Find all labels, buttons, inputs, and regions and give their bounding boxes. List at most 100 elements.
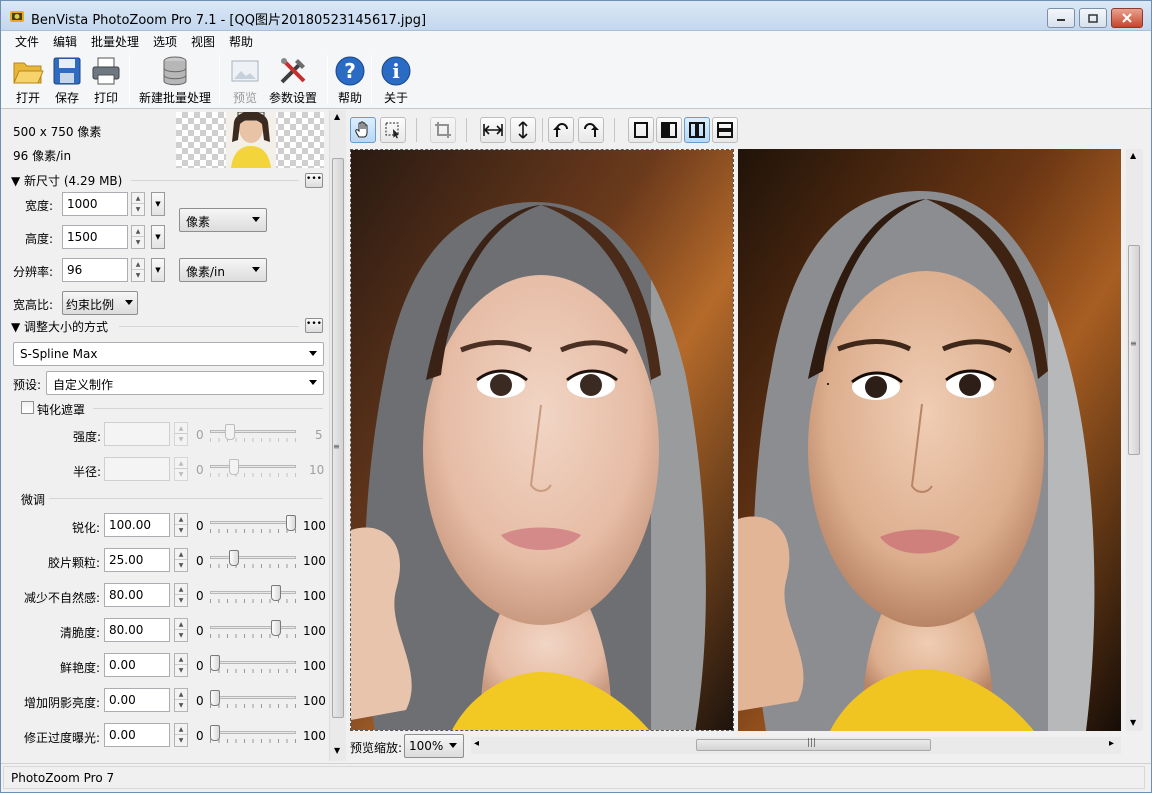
rotate-right-button[interactable] [578,117,604,143]
scroll-right-icon[interactable]: ▸ [1109,738,1114,749]
height-spinner[interactable]: ▲ ▼ [131,225,145,249]
spin-down-icon[interactable]: ▼ [175,630,187,641]
resolution-spinner[interactable]: ▲ ▼ [131,258,145,282]
spin-up-icon[interactable]: ▲ [175,689,187,700]
preview-vertical-scrollbar[interactable]: ▲ ≡ ▼ [1126,149,1143,731]
settings-button[interactable]: 参数设置 [265,55,321,107]
scrollbar-thumb[interactable] [332,158,344,718]
result-image-pane[interactable] [738,149,1121,731]
spin-up-icon[interactable]: ▲ [132,226,144,237]
scrollbar-thumb[interactable] [1128,245,1140,455]
radius-slider[interactable] [210,459,296,479]
height-unit-dropdown[interactable]: ▼ [151,225,165,249]
print-button[interactable]: 打印 [87,55,125,107]
width-input[interactable]: 1000 [62,192,128,216]
spin-up-icon[interactable]: ▲ [175,724,187,735]
resize-method-header[interactable]: ▼ 调整大小的方式 [11,318,108,335]
spin-down-icon[interactable]: ▼ [175,595,187,606]
slider-knob[interactable] [229,550,239,566]
fine-tune-input[interactable]: 0.00 [104,653,170,677]
fine-tune-input[interactable]: 80.00 [104,583,170,607]
spin-up-icon[interactable]: ▲ [175,458,187,469]
scroll-up-icon[interactable]: ▲ [334,112,340,121]
minimize-button[interactable] [1047,8,1075,28]
menu-edit[interactable]: 编辑 [53,33,77,50]
fine-tune-spinner[interactable]: ▲ ▼ [174,653,188,677]
help-button[interactable]: ? 帮助 [333,55,367,107]
select-tool-button[interactable] [380,117,406,143]
slider-knob[interactable] [210,655,220,671]
hand-tool-button[interactable] [350,117,376,143]
new-size-header[interactable]: ▼ 新尺寸 (4.29 MB) [11,172,122,189]
slider-knob[interactable] [286,515,296,531]
spin-down-icon[interactable]: ▼ [175,469,187,480]
spin-down-icon[interactable]: ▼ [175,700,187,711]
close-button[interactable] [1111,8,1143,28]
fine-tune-spinner[interactable]: ▲ ▼ [174,583,188,607]
new-size-more-button[interactable]: ••• [305,173,323,188]
spin-up-icon[interactable]: ▲ [175,584,187,595]
scroll-left-icon[interactable]: ◂ [474,738,479,749]
resolution-dropdown[interactable]: ▼ [151,258,165,282]
fine-tune-input[interactable]: 100.00 [104,513,170,537]
spin-down-icon[interactable]: ▼ [132,237,144,248]
fit-height-button[interactable] [510,117,536,143]
spin-down-icon[interactable]: ▼ [175,434,187,445]
fine-tune-spinner[interactable]: ▲ ▼ [174,513,188,537]
crop-tool-button[interactable] [430,117,456,143]
radius-spinner[interactable]: ▲ ▼ [174,457,188,481]
menu-options[interactable]: 选项 [153,33,177,50]
fine-tune-slider[interactable] [210,515,296,535]
slider-knob[interactable] [229,459,239,475]
rotate-left-button[interactable] [548,117,574,143]
fine-tune-spinner[interactable]: ▲ ▼ [174,618,188,642]
preview-button[interactable]: 预览 [227,55,263,107]
scroll-down-icon[interactable]: ▼ [334,746,340,755]
spin-up-icon[interactable]: ▲ [175,654,187,665]
width-spinner[interactable]: ▲ ▼ [131,192,145,216]
spin-down-icon[interactable]: ▼ [175,560,187,571]
spin-up-icon[interactable]: ▲ [132,259,144,270]
fine-tune-spinner[interactable]: ▲ ▼ [174,688,188,712]
split-view-button[interactable] [656,117,682,143]
spin-down-icon[interactable]: ▼ [132,204,144,215]
width-unit-dropdown[interactable]: ▼ [151,192,165,216]
scroll-up-icon[interactable]: ▲ [1130,151,1136,160]
slider-knob[interactable] [210,690,220,706]
menu-view[interactable]: 视图 [191,33,215,50]
original-image-pane[interactable] [350,149,734,731]
strength-input[interactable] [104,422,170,446]
spin-up-icon[interactable]: ▲ [175,514,187,525]
radius-input[interactable] [104,457,170,481]
height-input[interactable]: 1500 [62,225,128,249]
menu-help[interactable]: 帮助 [229,33,253,50]
spin-up-icon[interactable]: ▲ [175,423,187,434]
spin-down-icon[interactable]: ▼ [175,735,187,746]
single-view-button[interactable] [628,117,654,143]
spin-up-icon[interactable]: ▲ [175,619,187,630]
fine-tune-slider[interactable] [210,690,296,710]
fine-tune-slider[interactable] [210,585,296,605]
spin-up-icon[interactable]: ▲ [175,549,187,560]
maximize-button[interactable] [1079,8,1107,28]
spin-down-icon[interactable]: ▼ [132,270,144,281]
scroll-down-icon[interactable]: ▼ [1130,718,1136,727]
fine-tune-slider[interactable] [210,725,296,745]
side-by-side-view-button[interactable] [684,117,710,143]
spin-down-icon[interactable]: ▼ [175,525,187,536]
size-unit-select[interactable]: 像素 [179,208,267,232]
open-button[interactable]: 打开 [9,55,47,107]
fine-tune-slider[interactable] [210,620,296,640]
fine-tune-input[interactable]: 25.00 [104,548,170,572]
fine-tune-spinner[interactable]: ▲ ▼ [174,548,188,572]
fine-tune-input[interactable]: 80.00 [104,618,170,642]
slider-knob[interactable] [225,424,235,440]
fine-tune-slider[interactable] [210,550,296,570]
scrollbar-thumb[interactable]: ||| [696,738,931,751]
fine-tune-input[interactable]: 0.00 [104,688,170,712]
slider-knob[interactable] [271,620,281,636]
settings-panel-scrollbar[interactable]: ▲ ≡ ▼ [329,110,346,761]
preview-horizontal-scrollbar[interactable]: ◂ ||| ▸ [471,737,1121,754]
unsharp-mask-checkbox[interactable] [21,401,34,414]
new-batch-button[interactable]: 新建批量处理 [137,55,213,107]
